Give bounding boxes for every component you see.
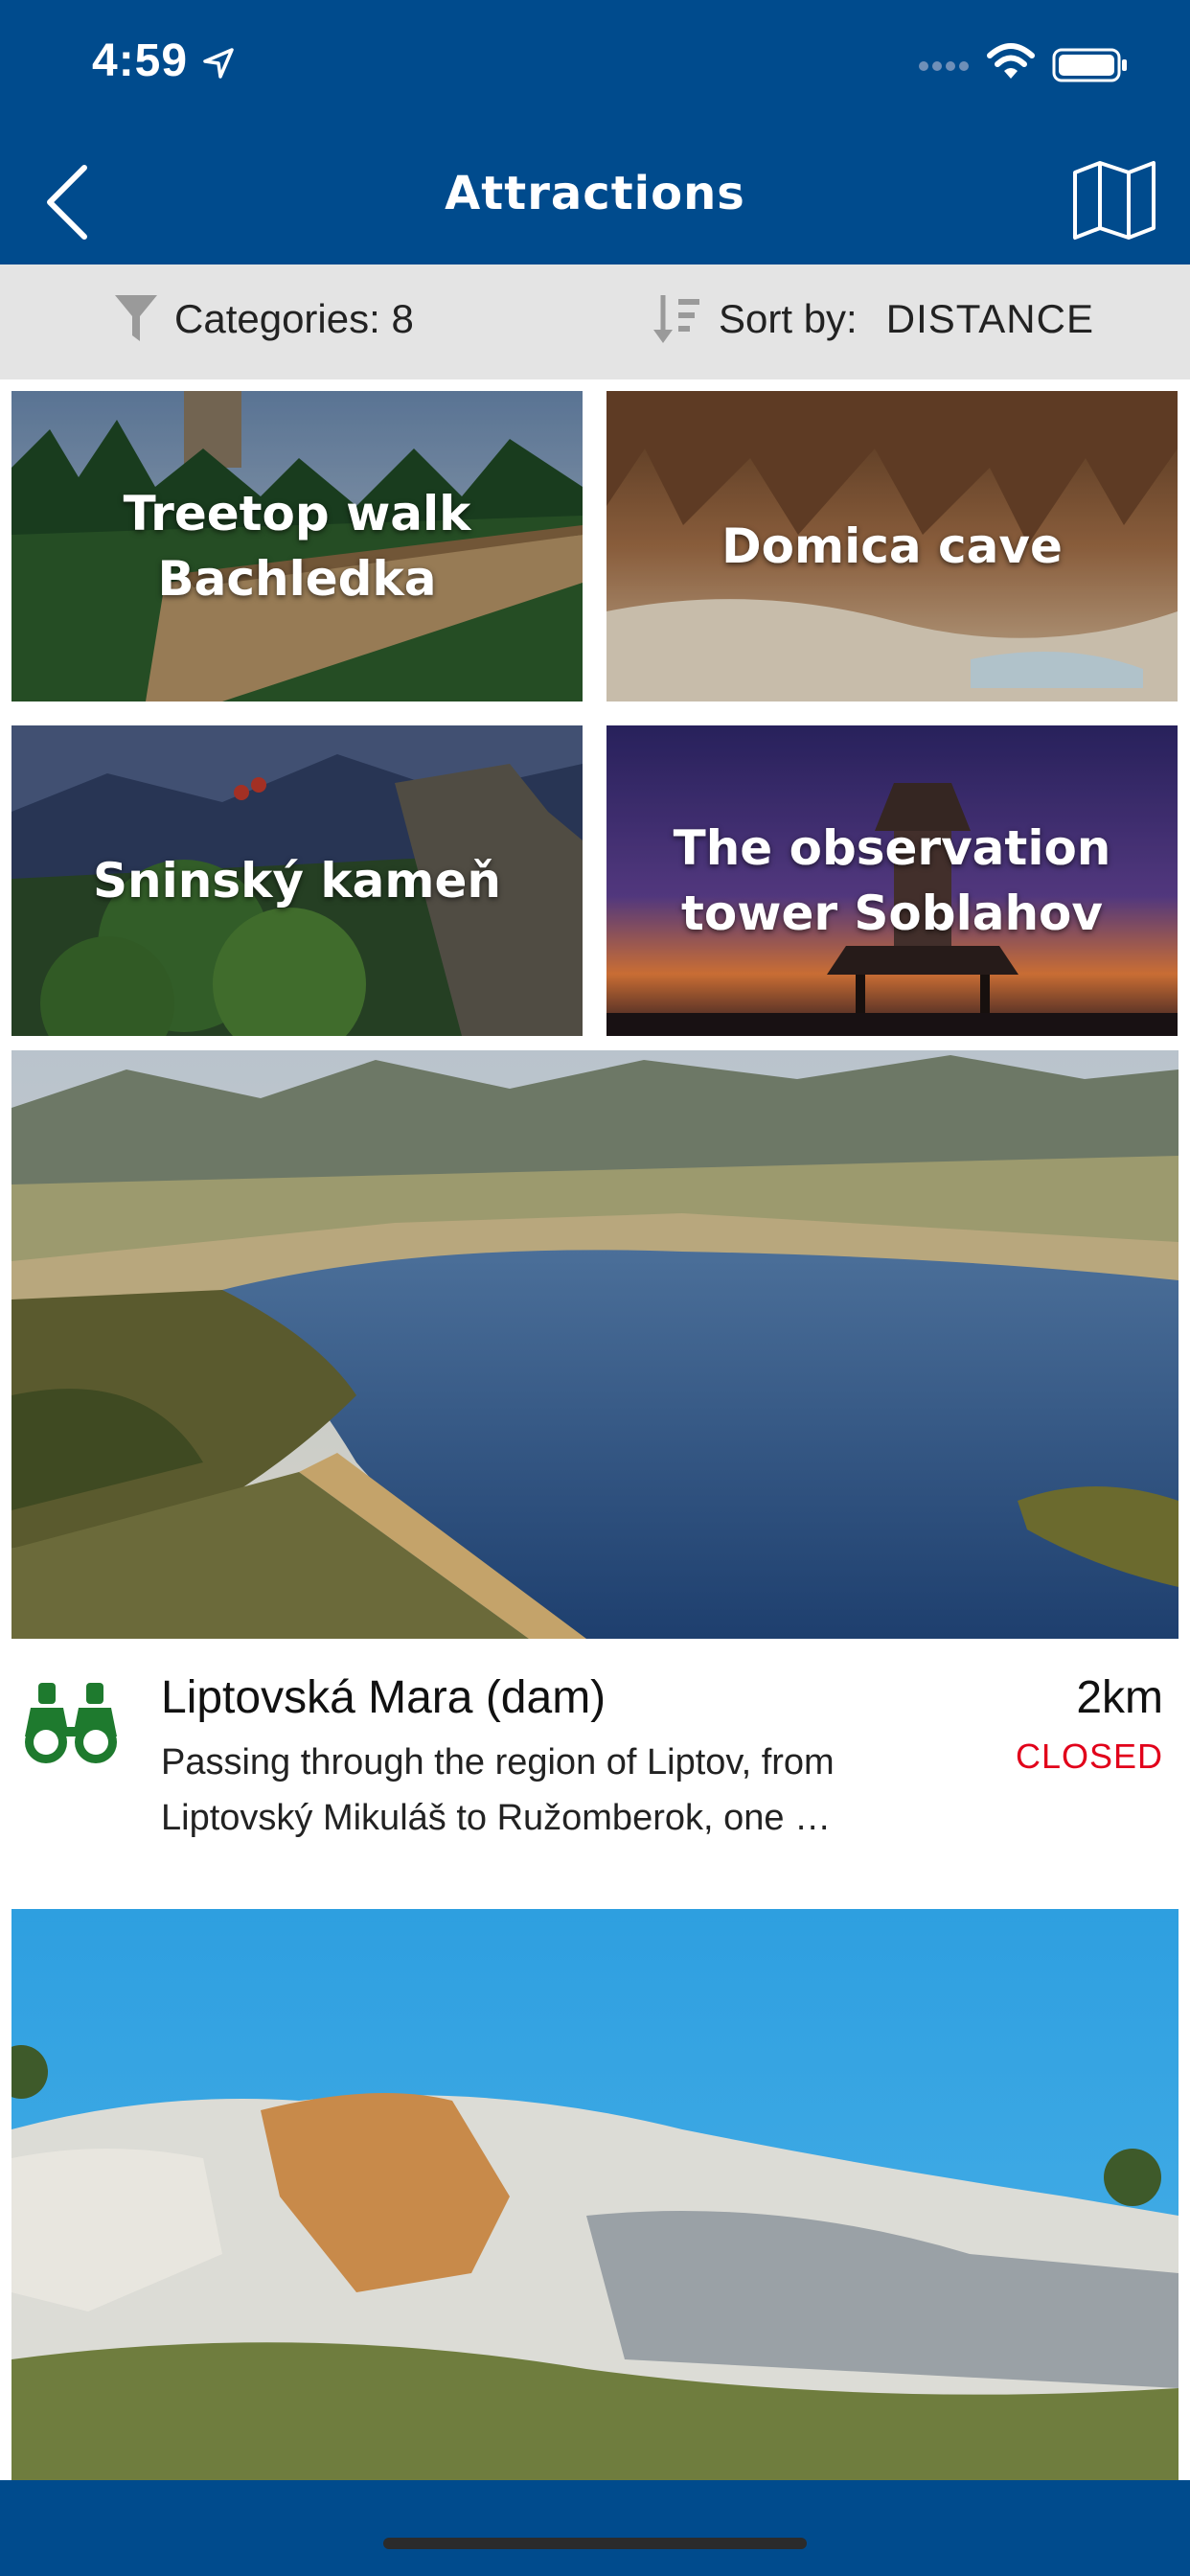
map-icon — [1073, 161, 1156, 240]
tile-sninsky-kamen[interactable]: Sninský kameň — [11, 725, 583, 1036]
wifi-icon — [987, 43, 1035, 79]
home-indicator[interactable] — [383, 2538, 807, 2549]
attraction-title: Liptovská Mara (dam) — [161, 1672, 606, 1723]
navigation-bar: Attractions — [0, 134, 1190, 264]
status-bar: 4:59 — [0, 0, 1190, 134]
lake-image — [11, 1050, 1179, 1639]
tile-observation-tower[interactable]: The observation tower Soblahov — [606, 725, 1178, 1036]
attraction-image[interactable] — [11, 1909, 1179, 2480]
attraction-status: CLOSED — [1015, 1736, 1163, 1776]
travertine-image — [11, 1909, 1179, 2480]
tile-label: Treetop walk Bachledka — [123, 486, 471, 607]
tile-label: The observation tower Soblahov — [673, 820, 1111, 941]
tile-domica-cave[interactable]: Domica cave — [606, 391, 1178, 702]
categories-label: Categories: 8 — [174, 296, 414, 341]
sort-label: Sort by: — [719, 296, 858, 341]
featured-attraction-image[interactable] — [11, 1050, 1179, 1639]
attraction-description: Passing through the region of Liptov, fr… — [161, 1742, 835, 1838]
sort-icon — [653, 295, 699, 343]
bottom-bar — [0, 2480, 1190, 2576]
attraction-distance: 2km — [1076, 1672, 1163, 1723]
location-arrow-icon — [203, 48, 234, 79]
cellular-signal-icon — [919, 61, 969, 71]
page-title: Attractions — [445, 167, 745, 220]
categories-filter-button[interactable]: Categories: 8 — [113, 293, 414, 345]
status-time: 4:59 — [92, 35, 189, 86]
battery-icon — [1052, 48, 1127, 82]
binoculars-icon — [25, 1683, 117, 1763]
sort-value: DISTANCE — [885, 296, 1094, 341]
tile-treetop-walk[interactable]: Treetop walk Bachledka — [11, 391, 583, 702]
filter-bar: Categories: 8 Sort by: DISTANCE — [0, 264, 1190, 380]
featured-attraction-row[interactable]: Liptovská Mara (dam) Passing through the… — [0, 1639, 1190, 1907]
sort-button[interactable]: Sort by: DISTANCE — [652, 293, 1094, 345]
tile-label: Sninský kameň — [93, 853, 501, 908]
map-button[interactable] — [1071, 157, 1157, 243]
funnel-icon — [115, 295, 157, 341]
tile-label: Domica cave — [721, 518, 1063, 574]
